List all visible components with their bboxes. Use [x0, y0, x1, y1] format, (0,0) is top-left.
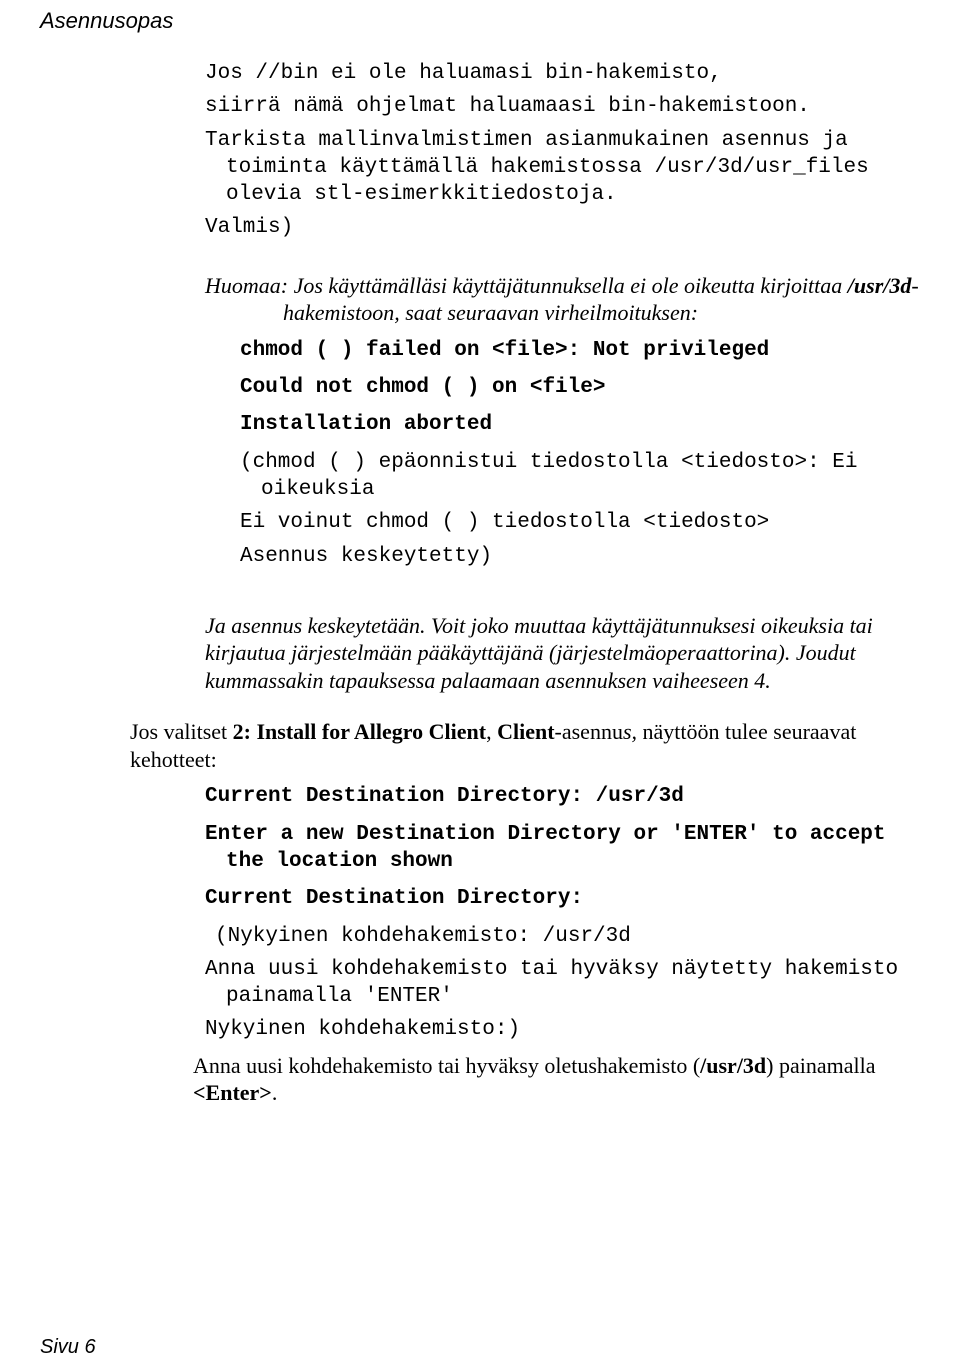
- prompt-translation: Anna uusi kohdehakemisto tai hyväksy näy…: [205, 956, 920, 1011]
- mono-paragraph: Tarkista mallinvalmistimen asianmukainen…: [205, 127, 920, 209]
- note-paragraph: Huomaa: Jos käyttämälläsi käyttäjätunnuk…: [205, 272, 920, 327]
- page-header: Asennusopas: [40, 0, 920, 54]
- prompt-line: Current Destination Directory: /usr/3d: [205, 783, 920, 810]
- text-run: ,: [486, 719, 497, 744]
- prompt-line: Enter a new Destination Directory or 'EN…: [205, 821, 920, 876]
- italic-run: s,: [623, 719, 637, 744]
- error-translation: Asennus keskeytetty): [240, 543, 920, 570]
- body-paragraph: Jos valitset 2: Install for Allegro Clie…: [130, 718, 920, 773]
- error-translation: Ei voinut chmod ( ) tiedostolla <tiedost…: [240, 509, 920, 536]
- note-label: Huomaa:: [205, 273, 288, 298]
- text-run: .: [272, 1080, 278, 1105]
- error-line: Installation aborted: [240, 411, 920, 438]
- bold-run: Client: [497, 719, 554, 744]
- bold-run: <Enter>: [193, 1080, 272, 1105]
- bold-run: 2: Install for Allegro Client: [233, 719, 486, 744]
- text-run: -asennu: [555, 719, 623, 744]
- prompt-translation: Nykyinen kohdehakemisto:): [205, 1016, 920, 1043]
- note-continuation: Ja asennus keskeytetään. Voit joko muutt…: [205, 612, 920, 695]
- page-footer: Sivu 6: [40, 1336, 96, 1359]
- body-paragraph: Anna uusi kohdehakemisto tai hyväksy ole…: [193, 1052, 920, 1107]
- prompt-line: Current Destination Directory:: [205, 885, 920, 912]
- note-text: Jos käyttämälläsi käyttäjätunnuksella ei…: [283, 273, 919, 326]
- text-run: Anna uusi kohdehakemisto tai hyväksy ole…: [193, 1053, 700, 1078]
- text-run: ) painamalla: [766, 1053, 875, 1078]
- error-translation: (chmod ( ) epäonnistui tiedostolla <tied…: [240, 449, 920, 504]
- text-run: Jos valitset: [130, 719, 233, 744]
- error-line: chmod ( ) failed on <file>: Not privileg…: [240, 337, 920, 364]
- mono-line: Valmis): [205, 214, 920, 241]
- mono-line: Jos //bin ei ole haluamasi bin-hakemisto…: [205, 60, 920, 87]
- bold-run: /usr/3d: [700, 1053, 766, 1078]
- mono-line: siirrä nämä ohjelmat haluamaasi bin-hake…: [205, 93, 920, 120]
- prompt-translation: (Nykyinen kohdehakemisto: /usr/3d: [215, 923, 920, 950]
- error-line: Could not chmod ( ) on <file>: [240, 374, 920, 401]
